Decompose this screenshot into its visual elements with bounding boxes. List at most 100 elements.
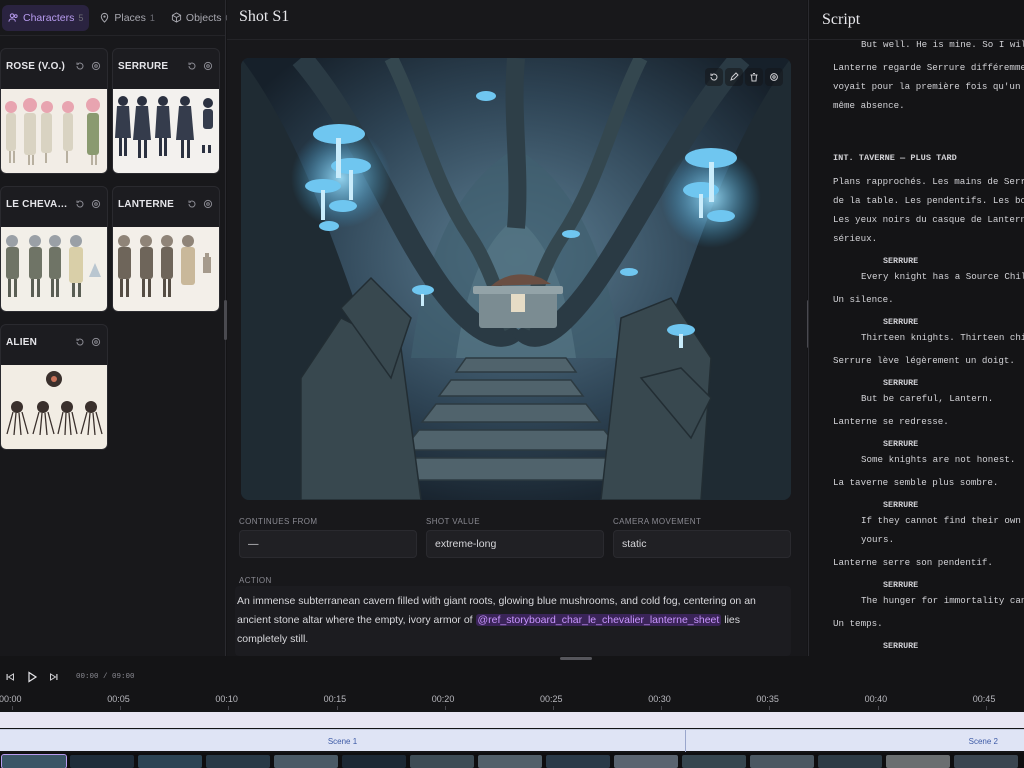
- action-text: An immense subterranean cavern filled wi…: [237, 592, 785, 649]
- shot-title: Shot S1: [239, 8, 290, 25]
- card-name: LANTERNE: [118, 198, 175, 210]
- tab-characters[interactable]: Characters 5: [2, 4, 90, 31]
- script-dialogue: But be careful, Lantern.: [861, 393, 994, 404]
- script-dialogue: But well. He is mine. So I will li: [861, 39, 1024, 50]
- skip-forward-icon[interactable]: [48, 671, 60, 683]
- skip-back-icon[interactable]: [4, 671, 16, 683]
- scene-block-2[interactable]: Scene 2: [686, 730, 1024, 752]
- ruler-tick: [985, 706, 987, 710]
- transport-controls: 00:00 / 09:00: [0, 662, 1024, 692]
- settings-icon[interactable]: [203, 61, 213, 71]
- tab-label: Characters: [23, 11, 75, 24]
- settings-icon[interactable]: [91, 61, 101, 71]
- script-action: Serrure lève légèrement un doigt.: [833, 355, 1015, 366]
- character-card-lanterne[interactable]: LANTERNE: [112, 186, 220, 312]
- ruler-tick-label: 00:00: [0, 694, 22, 704]
- ruler-tick: [877, 706, 879, 710]
- shot-thumbnail[interactable]: [410, 755, 474, 768]
- character-sheet-image: [1, 227, 107, 311]
- ruler-tick-label: 00:40: [864, 694, 888, 704]
- script-action: Les yeux noirs du casque de Lanterne. S: [833, 214, 1024, 225]
- shot-value-select[interactable]: extreme-long: [426, 530, 604, 558]
- regenerate-icon[interactable]: [75, 199, 85, 209]
- script-character: SERRURE: [883, 378, 919, 388]
- script-action: Un temps.: [833, 618, 883, 629]
- shot-thumbnail[interactable]: [886, 755, 950, 768]
- shot-thumbnail[interactable]: [206, 755, 270, 768]
- shot-image: [241, 58, 791, 500]
- continues-from-field[interactable]: —: [239, 530, 417, 558]
- shot-thumbnail-strip: [0, 753, 1024, 768]
- script-character: SERRURE: [883, 641, 919, 651]
- regenerate-icon[interactable]: [75, 337, 85, 347]
- tab-places[interactable]: Places 1: [93, 5, 161, 31]
- asset-panel: Characters 5 Places 1 Objects 0: [0, 0, 231, 656]
- shot-thumbnail[interactable]: [682, 755, 746, 768]
- shot-thumbnail[interactable]: [614, 755, 678, 768]
- timeline-resize-handle[interactable]: [560, 657, 592, 660]
- timeline-ruler[interactable]: 00:00 00:05 00:10 00:15 00:20 00:25 00:30 00:35…: [0, 692, 1024, 710]
- script-panel: Script But well. He is mine. So I will l…: [808, 0, 1024, 656]
- settings-icon[interactable]: [203, 199, 213, 209]
- character-card-serrure[interactable]: SERRURE: [112, 48, 220, 174]
- script-dialogue: Thirteen knights. Thirteen childre: [861, 332, 1024, 343]
- shot-thumbnail[interactable]: [1, 754, 67, 768]
- ruler-tick: [769, 706, 771, 710]
- shot-thumbnail[interactable]: [342, 755, 406, 768]
- play-icon[interactable]: [26, 671, 38, 683]
- scene-track: Scene 1 Scene 2: [0, 729, 1024, 752]
- script-action: de la table. Les pendentifs. Les boutei: [833, 195, 1024, 206]
- time-readout: 00:00 / 09:00: [76, 673, 135, 681]
- camera-movement-select[interactable]: static: [613, 530, 791, 558]
- character-sheet-image: [113, 227, 219, 311]
- ruler-tick-label: 00:35: [756, 694, 779, 704]
- app-window: Characters 5 Places 1 Objects 0: [0, 0, 1024, 768]
- ruler-tick: [12, 706, 13, 710]
- ruler-tick-label: 00:30: [648, 694, 671, 704]
- tab-count: 1: [149, 12, 155, 23]
- cube-icon: [171, 12, 182, 23]
- settings-icon[interactable]: [765, 68, 783, 86]
- scene-block-1[interactable]: Scene 1: [0, 730, 685, 752]
- shot-thumbnail[interactable]: [750, 755, 814, 768]
- script-dialogue: The hunger for immortality can mak: [861, 595, 1024, 606]
- script-dialogue: yours.: [861, 534, 895, 545]
- ruler-tick-label: 00:20: [431, 694, 455, 704]
- ruler-tick-label: 00:15: [323, 694, 347, 704]
- script-dialogue: If they cannot find their own chil: [861, 515, 1024, 526]
- shot-value-label: SHOT VALUE: [426, 517, 480, 526]
- delete-trash-icon[interactable]: [745, 68, 763, 86]
- script-character: SERRURE: [883, 580, 919, 590]
- script-character: SERRURE: [883, 439, 919, 449]
- settings-icon[interactable]: [91, 337, 101, 347]
- timeline-track[interactable]: [0, 712, 1024, 728]
- ruler-tick: [553, 706, 554, 710]
- character-sheet-image: [113, 89, 219, 173]
- shot-thumbnail[interactable]: [478, 755, 542, 768]
- script-action: sérieux.: [833, 233, 878, 244]
- ruler-tick-label: 00:25: [540, 694, 563, 704]
- shot-thumbnail[interactable]: [818, 755, 882, 768]
- shot-thumbnail[interactable]: [954, 755, 1018, 768]
- card-name: ROSE (V.O.): [6, 60, 66, 72]
- ruler-tick-label: 00:05: [107, 694, 130, 704]
- shot-thumbnail[interactable]: [274, 755, 338, 768]
- shot-thumbnail[interactable]: [138, 755, 202, 768]
- character-sheet-image: [1, 89, 107, 173]
- settings-icon[interactable]: [91, 199, 101, 209]
- character-card-alien[interactable]: ALIEN: [0, 324, 108, 450]
- script-dialogue: Every knight has a Source Child.: [861, 271, 1024, 282]
- regenerate-icon[interactable]: [75, 61, 85, 71]
- reference-tag[interactable]: @ref_storyboard_char_le_chevalier_lanter…: [475, 614, 722, 626]
- shot-thumbnail[interactable]: [546, 755, 610, 768]
- regenerate-icon[interactable]: [187, 61, 197, 71]
- tab-objects[interactable]: Objects 0: [165, 5, 237, 31]
- shot-thumbnail[interactable]: [70, 755, 134, 768]
- edit-pencil-icon[interactable]: [725, 68, 743, 86]
- script-character: SERRURE: [883, 500, 919, 510]
- character-card-le-chevalier[interactable]: LE CHEVALIE...: [0, 186, 108, 312]
- regenerate-icon[interactable]: [187, 199, 197, 209]
- script-action: Lanterne serre son pendentif.: [833, 557, 993, 568]
- character-card-rose[interactable]: ROSE (V.O.): [0, 48, 108, 174]
- undo-icon[interactable]: [705, 68, 723, 86]
